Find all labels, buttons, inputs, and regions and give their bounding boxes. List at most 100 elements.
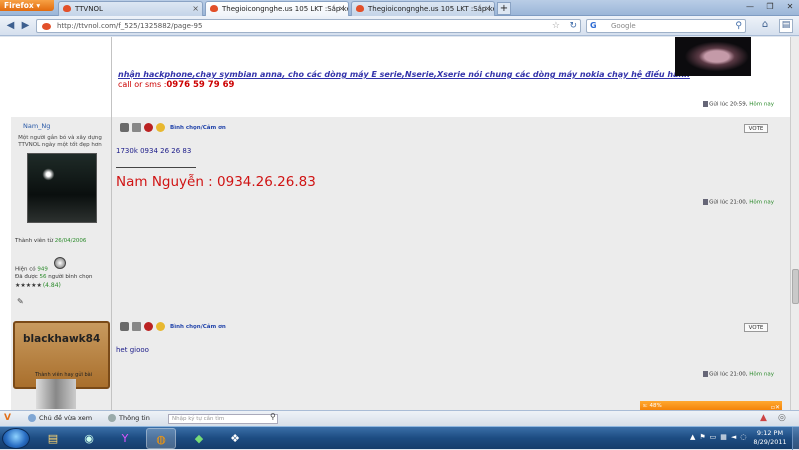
post-toolbar: Bình chọn/Cảm ơn: [120, 123, 226, 132]
user-column: [11, 37, 112, 117]
post-signature-phone: call or sms :0976 59 79 69: [118, 80, 234, 90]
post-message: 1730k 0934 26 26 83: [116, 147, 192, 155]
recent-topics-button[interactable]: Chủ đề vừa xem: [28, 414, 92, 422]
joined-value: 26/04/2006: [54, 238, 87, 244]
tab-favicon-icon: [210, 5, 218, 12]
online-count: 949: [37, 266, 48, 273]
quote-icon[interactable]: [120, 322, 129, 331]
smiley-icon[interactable]: [156, 123, 165, 132]
new-tab-button[interactable]: +: [497, 2, 511, 15]
flag-icon[interactable]: ⚑: [699, 433, 705, 441]
site-logo-icon[interactable]: V: [4, 413, 11, 423]
report-icon[interactable]: [144, 322, 153, 331]
clock[interactable]: 9:12 PM 8/29/2011: [750, 429, 790, 447]
report-icon[interactable]: [144, 123, 153, 132]
firefox-taskbar-icon[interactable]: ◍: [146, 428, 176, 449]
start-button[interactable]: [2, 428, 30, 449]
windows-taskbar: ▤ ◉ Y ◍ ◆ ❖ ▲ ⚑ ▭ ▦ ◄ ◌ 9:12 PM 8/29/2011: [0, 426, 799, 450]
tray-expand-icon[interactable]: ▲: [690, 433, 695, 441]
username-link[interactable]: Nam_Ng: [23, 122, 50, 130]
show-desktop-button[interactable]: [792, 427, 799, 450]
post-link-icon[interactable]: [703, 371, 709, 377]
forum-post: blackhawk84 Thành viên hay gửi bài Bình …: [11, 316, 790, 410]
windows-app-icon[interactable]: ❖: [220, 428, 250, 449]
volume-icon[interactable]: ◄: [731, 433, 736, 441]
post-link-icon[interactable]: [703, 101, 709, 107]
smiley-icon[interactable]: [156, 322, 165, 331]
post-signature-line[interactable]: nhận hackphone,chạy symbian anna, cho cá…: [118, 70, 690, 79]
search-input[interactable]: G Google ⚲: [586, 19, 746, 33]
message-column: Bình chọn/Cảm ơn VOTE 1730k 0934 26 26 8…: [112, 117, 790, 316]
info-button[interactable]: Thông tin: [108, 414, 150, 422]
alert-icon[interactable]: ▲: [760, 413, 767, 423]
timestamp-day: Hôm nay: [749, 101, 774, 108]
minimize-icon[interactable]: —: [741, 0, 759, 14]
post-timestamp: Gửi lúc 21:00, Hôm nay: [703, 371, 774, 378]
tab-thegioicongnghe-active[interactable]: Thegioicongnghe.us 105 LKT :Sắp kết... ×: [205, 1, 349, 17]
post-message: het giooo: [116, 346, 149, 354]
find-input[interactable]: Nhập ký tự cần tìm: [168, 414, 278, 424]
tab-label: TTVNOL: [75, 5, 103, 13]
print-icon[interactable]: [132, 322, 141, 331]
media-player-icon[interactable]: ◉: [74, 428, 104, 449]
vertical-scrollbar[interactable]: [790, 37, 799, 410]
bookmark-star-icon[interactable]: ☆: [552, 20, 560, 32]
notification-text: s: 48%: [643, 403, 662, 409]
bookmarks-menu-icon[interactable]: ▤: [779, 19, 793, 33]
yahoo-messenger-icon[interactable]: Y: [110, 428, 140, 449]
scrollbar-thumb[interactable]: [792, 269, 799, 304]
tab-label: Thegioicongnghe.us 105 LKT :Sắp kết...: [368, 5, 495, 13]
forward-arrow-icon[interactable]: ▶: [18, 19, 33, 33]
navigation-toolbar: ◀ ▶ http://ttvnol.com/f_525/1325882/page…: [0, 16, 799, 36]
quote-icon[interactable]: [120, 123, 129, 132]
rating-value: (4.84): [42, 282, 61, 289]
status-badge-icon: [53, 257, 66, 269]
tab-close-icon[interactable]: ×: [484, 2, 491, 16]
maximize-icon[interactable]: ❐: [761, 0, 779, 14]
find-search-icon[interactable]: ⚲: [270, 412, 276, 421]
tab-close-icon[interactable]: ×: [338, 2, 345, 16]
network-app-icon[interactable]: ◆: [184, 428, 214, 449]
voted-suffix: người bình chọn: [46, 274, 93, 280]
timestamp-text: Gửi lúc 21:00,: [709, 199, 750, 206]
forum-post: Nam_Ng Một người gắn bó và xây dựng TTVN…: [11, 117, 790, 316]
stars-icon: ★★★★★: [15, 282, 42, 289]
vote-button[interactable]: VOTE: [744, 124, 768, 133]
site-favicon-icon: [42, 23, 51, 30]
recent-topics-label: Chủ đề vừa xem: [39, 414, 93, 422]
home-icon[interactable]: ⌂: [758, 19, 772, 33]
tab-thegioicongnghe[interactable]: Thegioicongnghe.us 105 LKT :Sắp kết... ×: [351, 1, 495, 16]
url-bar[interactable]: http://ttvnol.com/f_525/1325882/page-95 …: [36, 19, 581, 33]
post-link-icon[interactable]: [703, 199, 709, 205]
timestamp-text: Gửi lúc 20:59,: [709, 101, 750, 108]
firefox-menu-button[interactable]: Firefox ▾: [0, 0, 54, 11]
search-icon[interactable]: ⚲: [735, 20, 742, 32]
vote-thanks-link[interactable]: Bình chọn/Cảm ơn: [170, 125, 226, 131]
edit-icon[interactable]: ✎: [17, 298, 25, 306]
vote-thanks-link[interactable]: Bình chọn/Cảm ơn: [170, 324, 226, 330]
print-icon[interactable]: [132, 123, 141, 132]
info-label: Thông tin: [119, 414, 150, 422]
monitor-icon[interactable]: ▭: [710, 433, 717, 441]
tab-close-icon[interactable]: ×: [192, 2, 199, 16]
username-link[interactable]: blackhawk84: [23, 333, 100, 345]
network-icon[interactable]: ▦: [720, 433, 727, 441]
back-arrow-icon[interactable]: ◀: [3, 19, 18, 33]
vote-button[interactable]: VOTE: [744, 323, 768, 332]
joined-label: Thành viên từ: [15, 238, 55, 244]
message-column: nhận hackphone,chạy symbian anna, cho cá…: [112, 37, 790, 117]
signature-phone-number: 0976 59 79 69: [166, 80, 235, 90]
tab-favicon-icon: [356, 5, 364, 12]
avatar[interactable]: [27, 153, 97, 223]
reload-icon[interactable]: ↻: [569, 20, 577, 32]
post-timestamp: Gửi lúc 20:59, Hôm nay: [703, 101, 774, 108]
tab-ttvnol[interactable]: TTVNOL ×: [58, 1, 203, 16]
voted-label: Đã được: [15, 274, 40, 280]
forum-post: nhận hackphone,chạy symbian anna, cho cá…: [11, 37, 790, 117]
explorer-icon[interactable]: ▤: [38, 428, 68, 449]
close-window-icon[interactable]: ✕: [781, 0, 799, 14]
recent-topics-icon: [28, 414, 36, 422]
settings-icon[interactable]: ◎: [778, 413, 786, 423]
update-icon[interactable]: ◌: [740, 433, 746, 441]
avatar[interactable]: [36, 379, 76, 409]
